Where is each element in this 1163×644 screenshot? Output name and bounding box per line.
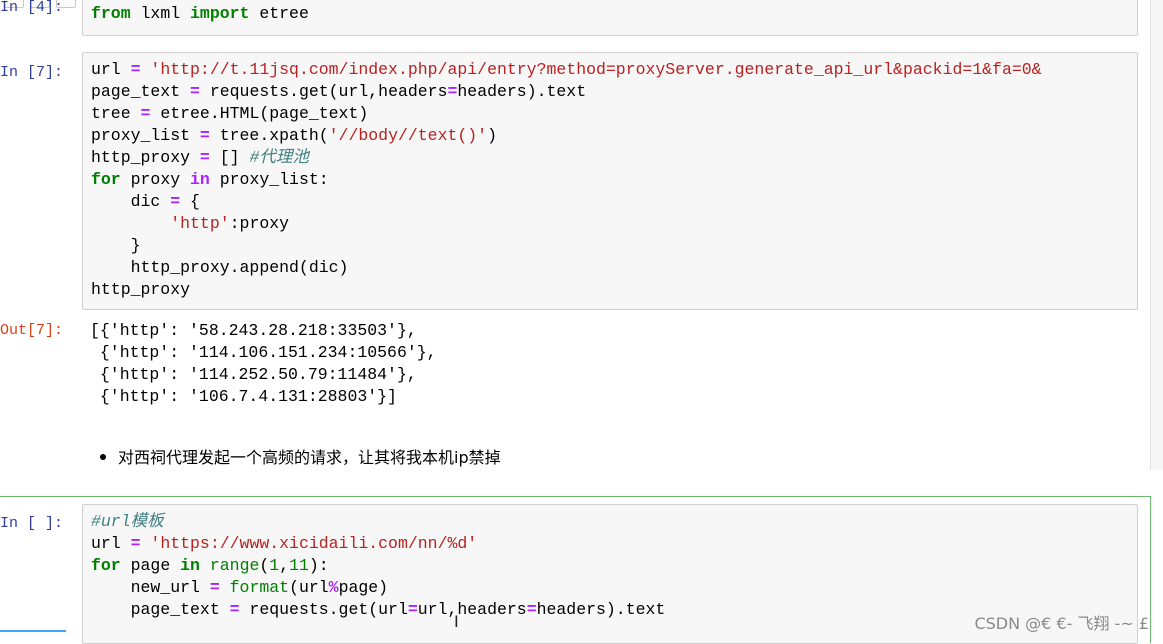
text-cursor-icon: I [454,612,459,631]
output-line: {'http': '114.252.50.79:11484'}, [90,365,417,384]
watermark: CSDN @€ €- 飞翔 -~ £ [974,614,1149,633]
code-block: url = 'http://t.11jsq.com/index.php/api/… [91,60,1042,299]
cell-selection-indicator [0,630,66,632]
output-prompt: Out[7]: [0,322,64,339]
output-line: {'http': '114.106.151.234:10566'}, [90,343,437,362]
output-line: [{'http': '58.243.28.218:33503'}, [90,321,417,340]
markdown-bullet-text: 对西祠代理发起一个高频的请求，让其将我本机ip禁掉 [118,448,501,467]
output-line: {'http': '106.7.4.131:28803'}] [90,387,397,406]
cell-input[interactable]: url = 'http://t.11jsq.com/index.php/api/… [82,52,1138,310]
cell-input[interactable]: from lxml import etree [82,0,1138,36]
input-prompt: In [4]: [0,0,64,16]
notebook-scrollbar[interactable] [1150,0,1163,470]
input-prompt: In [ ]: [0,515,64,532]
code-block: #url模板 url = 'https://www.xicidaili.com/… [91,512,666,619]
input-prompt: In [7]: [0,64,64,81]
bullet-icon [100,453,106,460]
markdown-cell[interactable]: 对西祠代理发起一个高频的请求，让其将我本机ip禁掉 [100,444,501,468]
code-line: from lxml import etree [91,4,309,23]
cell-output: [{'http': '58.243.28.218:33503'}, {'http… [82,320,1138,408]
